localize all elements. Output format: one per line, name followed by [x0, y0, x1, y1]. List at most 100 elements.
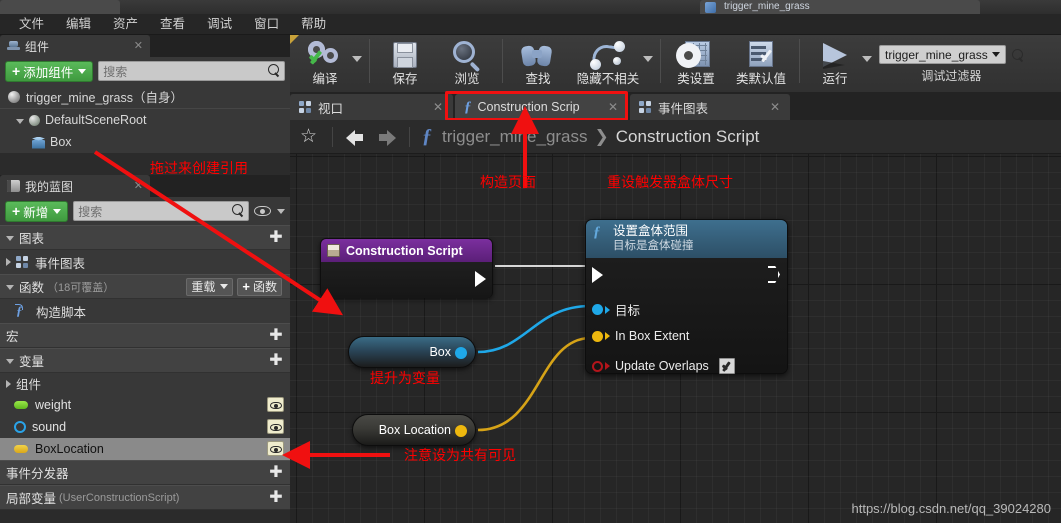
node-construction-script[interactable]: Construction Script	[320, 238, 493, 298]
node-box-location-variable[interactable]: Box Location	[352, 414, 476, 446]
menu-item-debug[interactable]: 调试	[196, 14, 243, 35]
chevron-down-icon[interactable]	[6, 236, 14, 241]
variable-group-components-label: 组件	[16, 378, 42, 392]
object-out-pin[interactable]	[455, 347, 467, 359]
tab-event-graph-label: 事件图表	[658, 101, 709, 116]
vector-pin-icon	[14, 445, 28, 453]
vector-out-pin[interactable]	[455, 425, 467, 437]
class-settings-button[interactable]: 类设置	[665, 35, 727, 91]
exec-out-pin[interactable]	[475, 271, 486, 287]
section-event-dispatchers[interactable]: 事件分发器 ✚	[0, 460, 290, 485]
override-function-button[interactable]: 重载	[186, 277, 234, 296]
update-overlaps-checkbox[interactable]	[718, 358, 735, 374]
component-self-label: trigger_mine_grass（自身）	[26, 91, 183, 105]
save-button[interactable]: 保存	[374, 35, 436, 91]
add-event-dispatcher-button[interactable]: ✚	[266, 464, 286, 482]
close-icon[interactable]: ✕	[598, 100, 618, 114]
menu-item-view[interactable]: 查看	[149, 14, 196, 35]
variable-group-components[interactable]: 组件	[0, 373, 290, 394]
hide-unrelated-button[interactable]: 隐藏不相关	[569, 35, 647, 91]
arrow-right-icon[interactable]	[375, 127, 397, 147]
run-dropdown-icon[interactable]	[862, 56, 872, 62]
node-header: Construction Script	[321, 239, 492, 262]
chevron-right-icon[interactable]	[6, 379, 11, 388]
section-graphs-label: 图表	[19, 232, 45, 246]
compile-dropdown-icon[interactable]	[352, 56, 362, 62]
chevron-down-icon[interactable]	[6, 359, 14, 364]
hide-unrelated-dropdown-icon[interactable]	[643, 56, 653, 62]
menu-item-window[interactable]: 窗口	[243, 14, 290, 35]
section-variables[interactable]: 变量 ✚	[0, 348, 290, 373]
exec-out-pin[interactable]	[768, 266, 780, 283]
arrow-left-icon[interactable]	[345, 127, 367, 147]
pin-update-overlaps[interactable]: Update Overlaps	[592, 358, 735, 374]
debug-filter-select[interactable]: trigger_mine_grass	[879, 45, 1006, 64]
wire-box-to-target	[477, 304, 591, 354]
item-event-graph-label: 事件图表	[35, 256, 86, 271]
variable-row-sound[interactable]: sound	[0, 416, 290, 438]
component-tree-row-defaultsceneroot[interactable]: DefaultSceneRoot	[0, 109, 290, 131]
run-button[interactable]: 运行	[804, 35, 866, 91]
component-box-label: Box	[50, 135, 72, 149]
tab-my-blueprint[interactable]: 我的蓝图 ✕	[0, 175, 150, 197]
component-tree-row-self[interactable]: trigger_mine_grass（自身）	[0, 85, 290, 109]
debug-filter-group: trigger_mine_grass 调试过滤器	[879, 35, 1024, 84]
item-construction-script[interactable]: ƒ 构造脚本	[0, 299, 290, 323]
node-box-variable[interactable]: Box	[348, 336, 476, 368]
tab-construction-script[interactable]: ƒ Construction Scrip ✕	[455, 94, 628, 120]
chevron-down-icon[interactable]	[6, 285, 14, 290]
item-event-graph[interactable]: 事件图表	[0, 250, 290, 274]
title-bar-tab-doc[interactable]	[0, 0, 120, 14]
graph-canvas[interactable]: Construction Script ƒ 设置盒体范围 目标是盒体碰撞 目标	[290, 154, 1061, 523]
breadcrumb-root[interactable]: trigger_mine_grass	[442, 127, 588, 147]
menu-item-file[interactable]: 文件	[8, 14, 55, 35]
section-functions[interactable]: 函数 （18可覆盖） 重载 + 函数	[0, 274, 290, 299]
search-icon[interactable]	[1011, 48, 1024, 61]
tab-event-graph[interactable]: 事件图表 ✕	[630, 94, 790, 120]
myblueprint-search-placeholder: 搜索	[78, 204, 103, 219]
close-icon[interactable]: ✕	[134, 39, 143, 52]
pin-target[interactable]: 目标	[592, 300, 640, 319]
component-tree-row-box[interactable]: Box	[0, 131, 290, 153]
add-component-button[interactable]: + 添加组件	[5, 60, 94, 82]
menu-item-help[interactable]: 帮助	[290, 14, 337, 35]
add-new-button[interactable]: + 新增	[5, 200, 69, 222]
chevron-right-icon[interactable]	[6, 258, 11, 266]
section-macros[interactable]: 宏 ✚	[0, 323, 290, 348]
add-local-variable-button[interactable]: ✚	[266, 489, 286, 507]
add-function-button[interactable]: + 函数	[237, 277, 282, 296]
title-bar-tab-blueprint[interactable]: trigger_mine_grass	[700, 0, 980, 14]
compile-button[interactable]: 编译	[294, 35, 356, 91]
add-graph-button[interactable]: ✚	[266, 229, 286, 247]
close-icon[interactable]: ✕	[423, 100, 443, 114]
visibility-eye-icon[interactable]	[267, 419, 284, 434]
chevron-down-icon[interactable]	[16, 118, 24, 124]
components-search-input[interactable]: 搜索	[98, 61, 285, 81]
section-graphs[interactable]: 图表 ✚	[0, 225, 290, 250]
tab-viewport[interactable]: 视口 ✕	[290, 94, 453, 120]
tab-components[interactable]: 组件 ✕	[0, 35, 150, 57]
exec-in-pin[interactable]	[592, 267, 603, 283]
variable-row-boxlocation[interactable]: BoxLocation	[0, 438, 290, 460]
favorite-star-icon[interactable]: ☆	[300, 126, 320, 147]
pin-in-box-extent[interactable]: In Box Extent	[592, 329, 689, 343]
myblueprint-search-input[interactable]: 搜索	[73, 201, 249, 221]
find-button[interactable]: 查找	[507, 35, 569, 91]
chevron-down-icon[interactable]	[277, 208, 285, 214]
visibility-eye-icon[interactable]	[254, 203, 272, 219]
node-set-box-extent[interactable]: ƒ 设置盒体范围 目标是盒体碰撞 目标 In Box Extent Update…	[585, 219, 788, 374]
add-macro-button[interactable]: ✚	[266, 327, 286, 345]
add-variable-button[interactable]: ✚	[266, 352, 286, 370]
close-icon[interactable]: ✕	[760, 100, 780, 114]
breadcrumb-divider	[332, 126, 333, 147]
visibility-eye-icon[interactable]	[267, 441, 284, 456]
visibility-eye-icon[interactable]	[267, 397, 284, 412]
menu-item-edit[interactable]: 编辑	[55, 14, 102, 35]
chevron-down-icon	[991, 52, 1000, 57]
menu-item-asset[interactable]: 资产	[102, 14, 149, 35]
class-defaults-button[interactable]: 类默认值	[727, 35, 795, 91]
variable-row-weight[interactable]: weight	[0, 394, 290, 416]
close-icon[interactable]: ✕	[134, 179, 143, 192]
section-local-variables[interactable]: 局部变量 (UserConstructionScript) ✚	[0, 485, 290, 510]
browse-button[interactable]: 浏览	[436, 35, 498, 91]
